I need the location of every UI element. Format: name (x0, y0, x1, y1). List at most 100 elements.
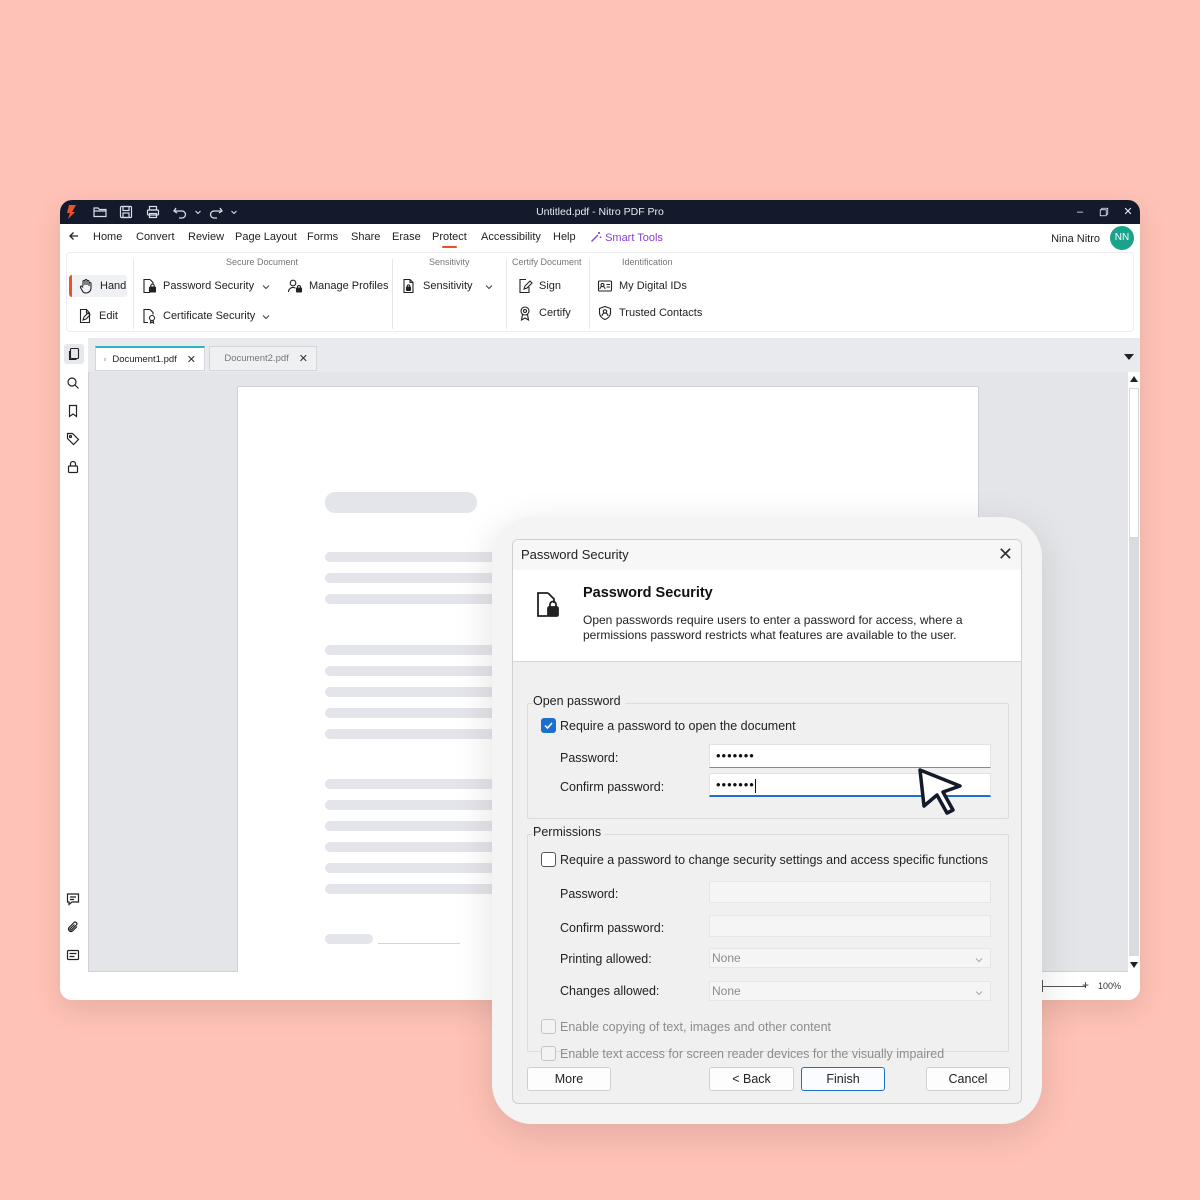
cancel-button[interactable]: Cancel (926, 1067, 1010, 1091)
checkbox-unchecked-icon[interactable] (541, 852, 556, 867)
more-button[interactable]: More (527, 1067, 611, 1091)
form-fields-icon[interactable] (66, 948, 82, 964)
close-tab-icon[interactable]: ✕ (187, 353, 196, 366)
require-open-password-checkbox[interactable]: Require a password to open the document (541, 718, 796, 733)
tab-label: Document1.pdf (112, 353, 177, 365)
open-password-field[interactable]: ••••••• (709, 744, 991, 768)
password-security-dropdown-icon[interactable] (260, 281, 272, 293)
certificate-security-label: Certificate Security (163, 310, 256, 322)
vertical-scrollbar[interactable] (1128, 372, 1140, 972)
tab-list-dropdown-icon[interactable] (1124, 354, 1134, 360)
printing-allowed-label: Printing allowed: (560, 952, 652, 966)
require-permissions-password-checkbox[interactable]: Require a password to change security se… (541, 852, 988, 867)
scroll-up-icon[interactable] (1130, 376, 1138, 382)
printing-allowed-select[interactable]: None (709, 948, 991, 968)
search-icon[interactable] (66, 376, 82, 392)
scroll-track[interactable] (1129, 538, 1139, 956)
open-password-label: Password: (560, 751, 619, 765)
menu-forms[interactable]: Forms (307, 231, 338, 243)
trusted-contacts-button[interactable]: Trusted Contacts (593, 302, 706, 324)
manage-profiles-button[interactable]: Manage Profiles (283, 275, 393, 297)
checkbox-disabled-icon[interactable] (541, 1019, 556, 1034)
minimize-icon[interactable]: – (1072, 204, 1088, 220)
tab-document2[interactable]: Document2.pdf ✕ (209, 346, 317, 371)
back-arrow-icon[interactable] (68, 230, 80, 245)
require-permissions-password-label: Require a password to change security se… (560, 852, 989, 867)
menu-help[interactable]: Help (553, 231, 576, 243)
certificate-security-button[interactable]: Certificate Security (137, 305, 259, 327)
placeholder-line (325, 934, 373, 944)
enable-copying-checkbox[interactable]: Enable copying of text, images and other… (541, 1019, 831, 1034)
dialog-title: Password Security (521, 547, 629, 562)
menu-share[interactable]: Share (351, 231, 380, 243)
dialog-header: Password Security Open passwords require… (513, 570, 1021, 662)
my-digital-ids-label: My Digital IDs (619, 280, 687, 292)
zoom-in-icon[interactable]: + (1082, 978, 1089, 992)
changes-allowed-label: Changes allowed: (560, 984, 660, 998)
permissions-password-field[interactable] (709, 881, 991, 903)
tab-document1[interactable]: Document1.pdf ✕ (95, 346, 205, 371)
attachment-icon[interactable] (66, 920, 82, 936)
edit-label: Edit (99, 310, 118, 322)
tag-icon[interactable] (66, 432, 82, 448)
menu-review[interactable]: Review (188, 231, 224, 243)
my-digital-ids-button[interactable]: My Digital IDs (593, 275, 691, 297)
close-tab-icon[interactable]: ✕ (299, 352, 308, 365)
document-tab-bar: Document1.pdf ✕ Document2.pdf ✕ (88, 338, 1140, 372)
edit-tool-button[interactable]: Edit (73, 305, 122, 327)
comment-icon[interactable] (66, 892, 82, 908)
ribbon: Hand Edit Secure Document Password Secur… (66, 252, 1134, 332)
sensitivity-dropdown-icon[interactable] (483, 281, 495, 293)
permissions-confirm-password-label: Confirm password: (560, 921, 665, 935)
scroll-thumb[interactable] (1129, 388, 1139, 538)
lock-document-icon (537, 592, 559, 617)
bookmark-icon[interactable] (66, 404, 82, 420)
menu-home[interactable]: Home (93, 231, 122, 243)
password-security-label: Password Security (163, 280, 255, 292)
mouse-pointer-icon (918, 768, 962, 815)
menu-erase[interactable]: Erase (392, 231, 421, 243)
lock-icon[interactable] (66, 460, 82, 476)
enable-screen-reader-checkbox[interactable]: Enable text access for screen reader dev… (541, 1046, 944, 1061)
permissions-password-label: Password: (560, 887, 619, 901)
pages-icon[interactable] (64, 344, 84, 364)
printing-allowed-value: None (712, 951, 741, 965)
menu-page-layout[interactable]: Page Layout (235, 231, 297, 243)
password-security-button[interactable]: Password Security (137, 275, 258, 297)
sensitivity-label: Sensitivity (423, 280, 473, 292)
chevron-down-icon (974, 952, 984, 963)
menu-convert[interactable]: Convert (136, 231, 175, 243)
user-lock-icon (287, 279, 303, 293)
certificate-security-dropdown-icon[interactable] (260, 311, 272, 323)
checkbox-checked-icon[interactable] (541, 718, 556, 733)
close-dialog-icon[interactable]: ✕ (998, 544, 1013, 565)
certify-button[interactable]: Certify (513, 302, 575, 324)
restore-icon[interactable] (1096, 204, 1112, 220)
enable-copying-label: Enable copying of text, images and other… (560, 1019, 832, 1034)
open-password-legend: Open password (533, 694, 625, 708)
certificate-document-icon (143, 308, 156, 324)
zoom-slider-thumb[interactable] (1042, 980, 1043, 992)
zoom-level[interactable]: 100% (1098, 981, 1121, 991)
changes-allowed-select[interactable]: None (709, 981, 991, 1001)
chevron-down-icon (974, 985, 984, 996)
sensitivity-button[interactable]: Sensitivity (397, 275, 477, 297)
permissions-confirm-password-field[interactable] (709, 915, 991, 937)
avatar[interactable]: NN (1110, 226, 1134, 250)
back-button[interactable]: < Back (709, 1067, 794, 1091)
sign-label: Sign (539, 280, 562, 292)
sign-button[interactable]: Sign (513, 275, 565, 297)
close-window-icon[interactable]: ✕ (1120, 204, 1136, 220)
hand-tool-button[interactable]: Hand (69, 275, 127, 297)
menu-accessibility[interactable]: Accessibility (481, 231, 541, 243)
magic-wand-icon (591, 232, 602, 242)
menu-smart-tools[interactable]: Smart Tools (590, 231, 663, 244)
zoom-slider[interactable] (1040, 986, 1086, 987)
checkbox-disabled-icon[interactable] (541, 1046, 556, 1061)
certify-label: Certify (539, 307, 571, 319)
finish-button[interactable]: Finish (801, 1067, 885, 1091)
menu-protect[interactable]: Protect (432, 231, 467, 248)
scroll-down-icon[interactable] (1130, 962, 1138, 968)
manage-profiles-label: Manage Profiles (309, 280, 389, 292)
id-card-icon (597, 280, 613, 292)
